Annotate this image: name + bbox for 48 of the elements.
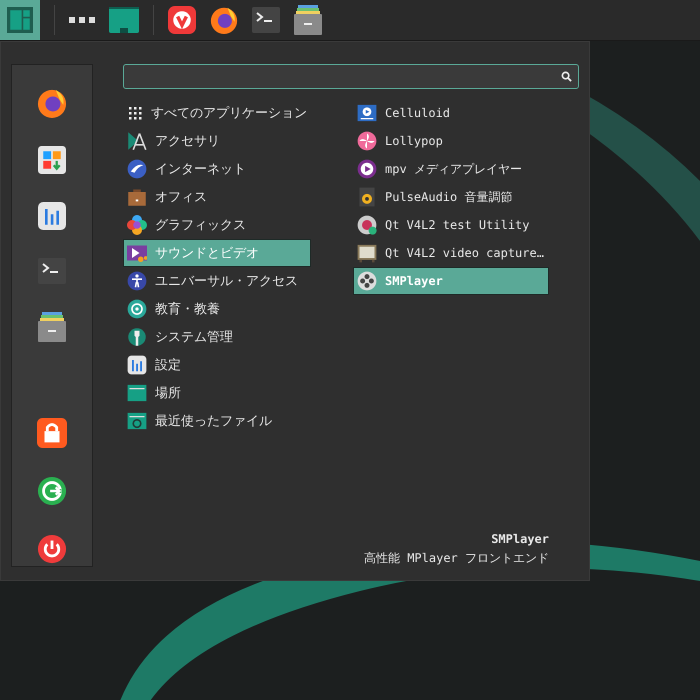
search-field[interactable] <box>123 64 579 89</box>
app-description-title: SMPlayer <box>491 532 549 546</box>
category-item[interactable]: グラフィックス <box>123 211 311 239</box>
monitor-icon <box>357 243 377 263</box>
lock-icon[interactable] <box>37 418 67 448</box>
flower-icon <box>127 215 147 235</box>
category-item[interactable]: 教育・教養 <box>123 295 311 323</box>
category-item[interactable]: 設定 <box>123 351 311 379</box>
category-item[interactable]: インターネット <box>123 155 311 183</box>
category-item[interactable]: 場所 <box>123 379 311 407</box>
folder-clock-icon <box>127 411 147 431</box>
category-item[interactable]: アクセサリ <box>123 127 311 155</box>
file-drawer-icon[interactable] <box>38 312 66 342</box>
folder-icon[interactable] <box>109 7 139 33</box>
speaker-icon <box>357 187 377 207</box>
folder-icon <box>127 383 147 403</box>
pinwheel-icon <box>357 131 377 151</box>
browser-v-icon[interactable] <box>168 6 196 34</box>
menu-button[interactable] <box>0 0 40 40</box>
app-item[interactable]: mpv メディアプレイヤー <box>353 155 549 183</box>
app-item[interactable]: Lollypop <box>353 127 549 155</box>
accessibility-icon <box>127 271 147 291</box>
power-icon[interactable] <box>37 534 67 564</box>
terminal-icon[interactable] <box>38 258 66 284</box>
video-icon <box>357 103 377 123</box>
app-description: 高性能 MPlayer フロントエンド <box>364 550 549 567</box>
film-reel-icon <box>357 271 377 291</box>
play-icon <box>357 159 377 179</box>
terminal-icon[interactable] <box>252 7 280 33</box>
category-item[interactable]: オフィス <box>123 183 311 211</box>
app-item[interactable]: PulseAudio 音量調節 <box>353 183 549 211</box>
search-icon <box>561 71 572 82</box>
briefcase-icon <box>127 187 147 207</box>
category-item[interactable]: ユニバーサル・アクセス <box>123 267 311 295</box>
webcam-icon <box>357 215 377 235</box>
app-item[interactable]: Qt V4L2 video capture… <box>353 239 549 267</box>
category-item[interactable]: 最近使ったファイル <box>123 407 311 435</box>
sliders-icon[interactable] <box>38 202 66 230</box>
film-icon <box>127 243 147 263</box>
file-drawer-icon[interactable] <box>294 5 322 35</box>
dots-icon[interactable] <box>69 16 95 24</box>
category-item[interactable]: すべてのアプリケーション <box>123 99 311 127</box>
category-item[interactable]: システム管理 <box>123 323 311 351</box>
app-item[interactable]: Qt V4L2 test Utility <box>353 211 549 239</box>
logout-icon[interactable] <box>37 476 67 506</box>
app-item[interactable]: Celluloid <box>353 99 549 127</box>
app-store-icon[interactable] <box>38 146 66 174</box>
sliders-icon <box>127 355 147 375</box>
